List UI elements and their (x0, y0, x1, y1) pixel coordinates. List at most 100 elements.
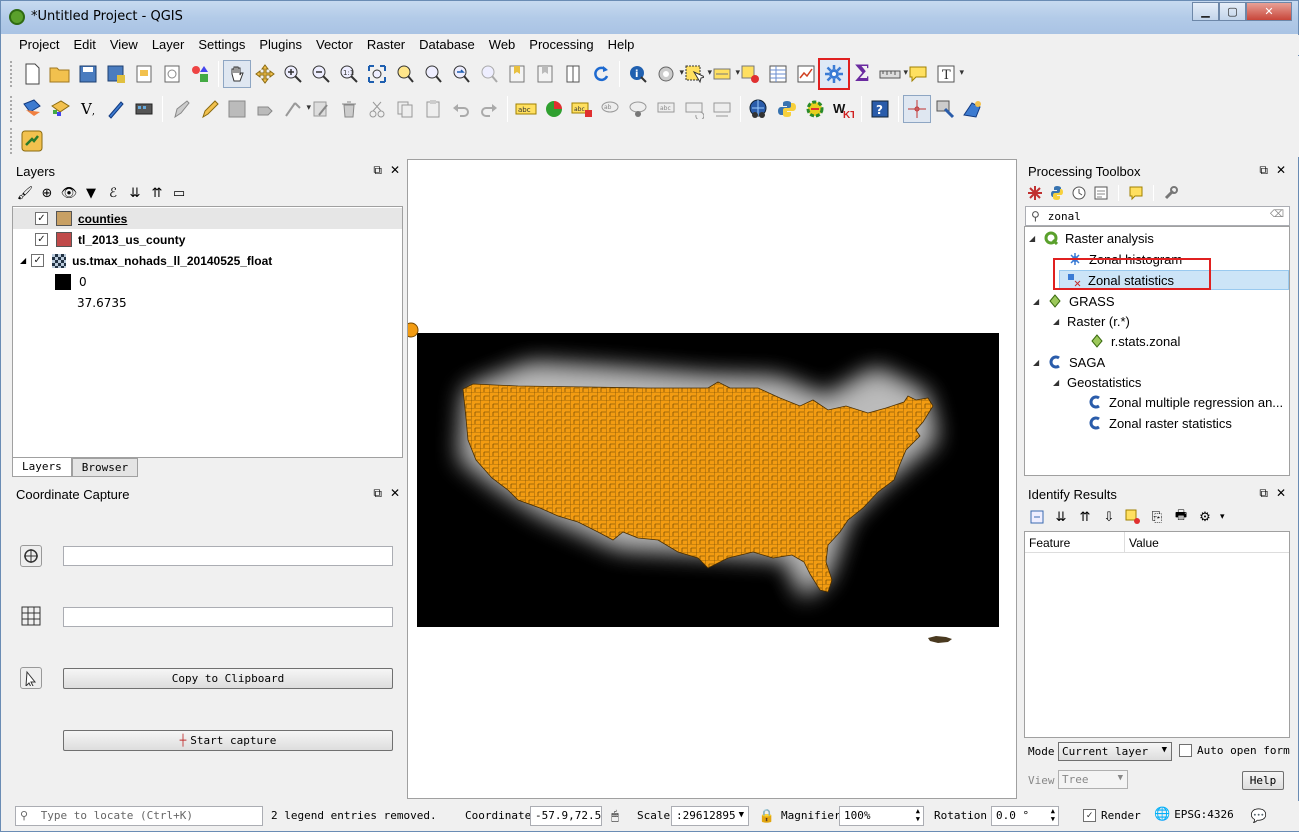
open-attribute-table-icon[interactable] (764, 60, 792, 88)
new-bookmark-icon[interactable] (503, 60, 531, 88)
redo-icon[interactable] (475, 95, 503, 123)
new-print-layout-icon[interactable] (130, 60, 158, 88)
magnifier-field[interactable]: 100% ▲ ▼ (839, 806, 924, 826)
menu-help[interactable]: Help (601, 35, 642, 55)
layer-visibility-checkbox[interactable]: ✓ (31, 254, 45, 267)
processing-toolbox-icon[interactable] (818, 58, 850, 90)
add-wms-layer-icon[interactable] (130, 95, 158, 123)
map-tips-icon[interactable] (559, 60, 587, 88)
view-select[interactable]: Tree ▼ (1058, 770, 1128, 789)
toggle-editing-icon[interactable] (195, 95, 223, 123)
help-button[interactable]: Help (1242, 771, 1284, 790)
show-hide-labels-icon[interactable] (624, 95, 652, 123)
manage-visibility-icon[interactable]: 👁 (60, 184, 78, 202)
zoom-native-icon[interactable]: 1:1 (335, 60, 363, 88)
clear-search-icon[interactable]: ⌫ (1270, 209, 1284, 220)
tab-layers[interactable]: Layers (12, 458, 72, 477)
paste-features-icon[interactable] (419, 95, 447, 123)
messages-icon[interactable]: 💬 (1250, 807, 1268, 825)
track-mouse-icon[interactable] (20, 667, 42, 689)
expand-tree-icon[interactable] (1028, 508, 1046, 526)
layer-diagram-icon[interactable] (540, 95, 568, 123)
zoom-next-icon[interactable] (475, 60, 503, 88)
save-layer-edits-icon[interactable] (223, 95, 251, 123)
tree-node-grass-raster[interactable]: ◢ Raster (r.*) (1053, 311, 1130, 331)
expand-new-results-icon[interactable]: ⇩ (1100, 508, 1118, 526)
float-panel-icon[interactable]: ⧉ (373, 163, 382, 178)
metasearch-icon[interactable] (745, 95, 773, 123)
pan-map-icon[interactable] (223, 60, 251, 88)
auto-open-form-option[interactable]: Auto open form (1179, 744, 1290, 757)
cut-features-icon[interactable] (363, 95, 391, 123)
identify-features-icon[interactable]: i (624, 60, 652, 88)
zoom-to-selection-icon[interactable] (391, 60, 419, 88)
history-icon[interactable] (1070, 184, 1088, 202)
style-manager-icon[interactable] (186, 60, 214, 88)
tree-node-saga[interactable]: ◢ SAGA (1033, 352, 1105, 372)
tree-node-geostatistics[interactable]: ◢ Geostatistics (1053, 372, 1141, 392)
add-delimited-text-icon[interactable]: V, (74, 95, 102, 123)
map-crs-coordinate-field[interactable] (63, 546, 393, 566)
minimize-button[interactable]: ▁ (1192, 2, 1219, 21)
spinner-arrows-icon[interactable]: ▲ ▼ (916, 807, 920, 823)
zoom-to-layer-icon[interactable] (419, 60, 447, 88)
close-panel-icon[interactable]: ✕ (390, 486, 400, 501)
scripts-icon[interactable] (1048, 184, 1066, 202)
layer-visibility-checkbox[interactable]: ✓ (35, 233, 48, 246)
close-button[interactable]: ✕ (1246, 2, 1292, 21)
pan-to-selection-icon[interactable] (251, 60, 279, 88)
map-tips-balloon-icon[interactable] (904, 60, 932, 88)
python-console-icon[interactable] (773, 95, 801, 123)
copy-to-clipboard-button[interactable]: Copy to Clipboard (63, 668, 393, 689)
zoom-in-icon[interactable] (279, 60, 307, 88)
maximize-button[interactable]: ▢ (1219, 2, 1246, 21)
float-panel-icon[interactable]: ⧉ (373, 486, 382, 501)
show-statistical-summary-icon[interactable]: Σ (848, 60, 876, 88)
delete-selected-icon[interactable] (335, 95, 363, 123)
close-panel-icon[interactable]: ✕ (1276, 163, 1286, 178)
start-capture-button[interactable]: ┼ Start capture (63, 730, 393, 751)
add-spatialite-layer-icon[interactable] (102, 95, 130, 123)
modify-attributes-icon[interactable] (307, 95, 335, 123)
current-edits-icon[interactable] (167, 95, 195, 123)
plugin-tool-icon[interactable] (18, 127, 46, 155)
tree-item-zonal-multiple-regression[interactable]: Zonal multiple regression an... (1087, 392, 1283, 412)
spinner-arrows-icon[interactable]: ▲ ▼ (1051, 807, 1055, 823)
scale-field[interactable]: :29612895 ▼ (671, 806, 749, 826)
column-header-value[interactable]: Value (1125, 532, 1163, 552)
help-contents-icon[interactable]: ? (866, 95, 894, 123)
quickwkt-icon[interactable]: W KT (829, 95, 857, 123)
layer-labeling-icon[interactable]: abc (512, 95, 540, 123)
menu-project[interactable]: Project (12, 35, 66, 55)
vertex-tool-icon[interactable] (279, 95, 311, 123)
menu-processing[interactable]: Processing (522, 35, 600, 55)
mode-select[interactable]: Current layer ▼ (1058, 742, 1172, 761)
open-project-icon[interactable] (46, 60, 74, 88)
add-raster-layer-icon[interactable] (46, 95, 74, 123)
menu-edit[interactable]: Edit (66, 35, 102, 55)
collapse-arrow-icon[interactable]: ◢ (20, 256, 26, 265)
plugin-manager-icon[interactable] (801, 95, 829, 123)
identify-options-icon[interactable]: ⚙ (1196, 508, 1214, 526)
render-checkbox[interactable]: ✓ (1083, 809, 1096, 822)
crs-selector-icon[interactable] (20, 545, 42, 567)
coordinate-capture-tool-icon[interactable] (903, 95, 931, 123)
float-panel-icon[interactable]: ⧉ (1259, 163, 1268, 178)
menu-view[interactable]: View (103, 35, 145, 55)
locator-search-field[interactable]: ⚲ Type to locate (Ctrl+K) (15, 806, 263, 826)
copy-feature-icon[interactable]: ⎘ (1148, 508, 1166, 526)
results-viewer-icon[interactable] (1092, 184, 1110, 202)
collapse-all-icon[interactable]: ⇈ (148, 184, 166, 202)
save-as-icon[interactable] (102, 60, 130, 88)
rotation-field[interactable]: 0.0 ° ▲ ▼ (991, 806, 1059, 826)
filter-expression-icon[interactable]: ℰ (104, 184, 122, 202)
show-bookmarks-icon[interactable] (531, 60, 559, 88)
coordinate-field[interactable]: -57.9,72.5 (530, 806, 602, 826)
map-canvas[interactable] (407, 159, 1017, 799)
models-icon[interactable] (1026, 184, 1044, 202)
layer-item[interactable]: ✓ counties (13, 208, 402, 229)
refresh-icon[interactable] (587, 60, 615, 88)
layout-manager-icon[interactable] (158, 60, 186, 88)
toggle-extents-icon[interactable]: 🖱 (606, 807, 624, 825)
undo-icon[interactable] (447, 95, 475, 123)
